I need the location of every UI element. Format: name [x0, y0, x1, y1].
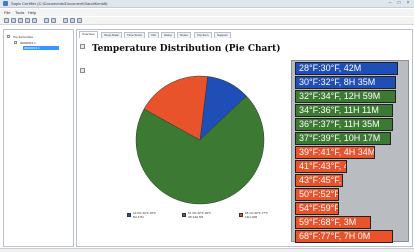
legend-item: 36°F:37°F, 11H 35M [295, 118, 393, 131]
legend-item: 30°F:32°F, 8H 35M [295, 76, 396, 89]
minimize-icon[interactable]: – [386, 1, 394, 6]
app-icon [3, 1, 8, 6]
tree-expand-icon[interactable] [7, 35, 10, 38]
new-file-icon[interactable] [4, 18, 9, 23]
tree-child-label[interactable]: 00000019 1 [20, 41, 36, 45]
tree-selected-item[interactable]: 00000019 1 [23, 46, 59, 50]
legend-item: 59°F:68°F, 3M [295, 216, 371, 229]
grid-icon[interactable] [63, 18, 68, 23]
legend-item: 28°F:30°F, 42M [295, 62, 398, 75]
tree-root-label[interactable]: Top Extra Data [13, 35, 33, 39]
menu-file[interactable]: File [4, 10, 10, 15]
filter-icon[interactable] [51, 18, 56, 23]
window-title: Sapix Certifier (C:\Documents\Document\S… [11, 1, 108, 6]
window-titlebar: Sapix Certifier (C:\Documents\Document\S… [0, 0, 414, 8]
legend-item: 34°F:36°F, 11H 11M [295, 104, 393, 117]
tree-expand-icon[interactable] [14, 41, 17, 44]
menu-bar: File Tools Help [0, 9, 414, 16]
legend-item: 37°F:39°F, 10H 17M [295, 132, 391, 145]
close-icon[interactable]: × [404, 1, 412, 6]
legend-item: 50°F:52°F, 1M [295, 188, 339, 201]
legend-item: 32°F:34°F, 12H 59M [295, 90, 396, 103]
print-icon[interactable] [25, 18, 30, 23]
legend-item: 54°F:59°F, 2M [295, 202, 339, 215]
summary-swatch [239, 213, 243, 217]
maximize-icon[interactable]: □ [395, 1, 403, 6]
chart-legend: 28°F:30°F, 42M 30°F:32°F, 8H 35M 32°F:34°F… [291, 60, 409, 243]
legend-item: 68°F:77°F, 7H 0M [295, 230, 393, 243]
summary-swatch [182, 213, 186, 217]
main-content-panel: Overview Temp Data Time Scrvs Info Setup… [76, 29, 413, 247]
settings-icon[interactable] [77, 18, 82, 23]
save-icon[interactable] [18, 18, 23, 23]
status-bar [0, 248, 414, 252]
slice-summary-legend: 10.6% 30°F-32°F 8H 47M 67.3% 32°F-39°F 3… [127, 211, 292, 221]
menu-tools[interactable]: Tools [15, 10, 24, 15]
legend-item: 41°F:43°F, 40M [295, 160, 347, 173]
open-folder-icon[interactable] [11, 18, 16, 23]
menu-help[interactable]: Help [28, 10, 36, 15]
device-tree-panel: Top Extra Data 00000019 1 00000019 1 [3, 29, 74, 247]
legend-item: 39°F:41°F, 4H 34M [295, 146, 375, 159]
summary-label: 10.6% 30°F-32°F 8H 47M [133, 211, 157, 219]
export-icon[interactable] [32, 18, 37, 23]
summary-label: 18.1% 39°F-77°F 13H 10M [245, 211, 269, 219]
toolbar [0, 17, 414, 25]
summary-label: 67.3% 32°F-39°F 3D 22H 5M [188, 211, 212, 219]
sort-icon[interactable] [44, 18, 49, 23]
summary-swatch [127, 213, 131, 217]
legend-item: 43°F:45°F, 17M [295, 174, 343, 187]
chart-icon[interactable] [70, 18, 75, 23]
